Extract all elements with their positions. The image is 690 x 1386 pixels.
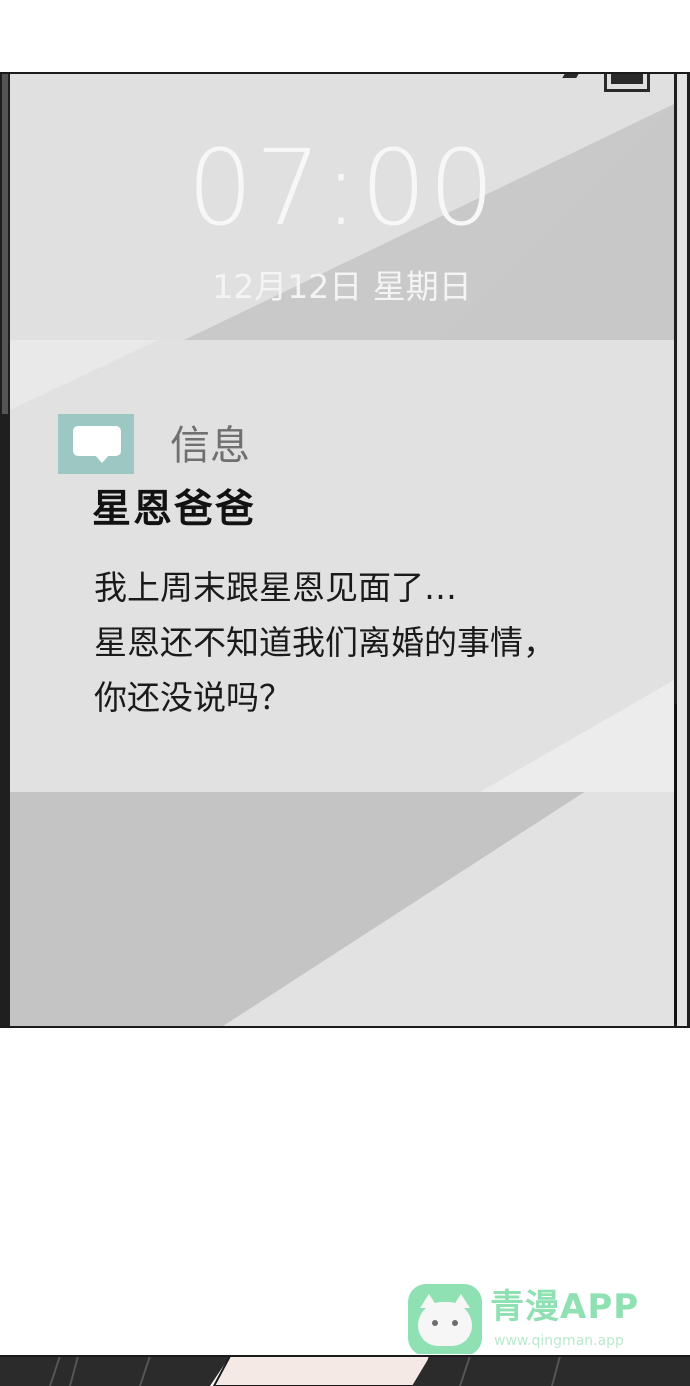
comic-page: 07:00 12月12日 星期日 信息 星恩爸爸 我上周末跟星恩见面了… 星恩还… [0,0,690,1386]
battery-icon [604,74,650,92]
phone-lock-screen: 07:00 12月12日 星期日 信息 星恩爸爸 我上周末跟星恩见面了… 星恩还… [10,74,674,1026]
cat-face [418,1302,472,1346]
cat-eye-right [452,1320,458,1326]
watermark-url: www.qingman.app [494,1333,624,1349]
message-notification[interactable]: 信息 星恩爸爸 我上周末跟星恩见面了… 星恩还不知道我们离婚的事情， 你还没说吗… [10,340,674,792]
notification-app-name: 信息 [170,423,250,469]
message-line-3: 你还没说吗？ [94,678,292,717]
lock-screen-time: 07:00 [187,127,497,249]
next-panel-edge [0,1354,690,1386]
bubble-tail [94,454,110,463]
message-line-1: 我上周末跟星恩见面了… [94,568,457,607]
watermark: 青漫APP www.qingman.app [408,1280,648,1360]
message-bubble-icon [58,414,134,474]
message-line-2: 星恩还不知道我们离婚的事情， [94,623,556,662]
notification-message: 我上周末跟星恩见面了… 星恩还不知道我们离婚的事情， 你还没说吗？ [94,560,654,725]
cat-logo-icon [408,1284,482,1356]
lock-screen-date: 12月12日 星期日 [212,267,472,306]
watermark-title: 青漫APP [490,1287,640,1327]
phone-bezel-right [674,74,690,1026]
cat-eye-left [432,1320,438,1326]
bubble-shape [73,426,121,456]
bezel-shadow [674,704,677,1024]
notification-sender: 星恩爸爸 [92,487,257,532]
next-panel-art [0,1354,690,1386]
phone-bezel-left [0,74,10,1026]
phone-panel: 07:00 12月12日 星期日 信息 星恩爸爸 我上周末跟星恩见面了… 星恩还… [0,72,690,1028]
signal-icon [562,74,580,78]
